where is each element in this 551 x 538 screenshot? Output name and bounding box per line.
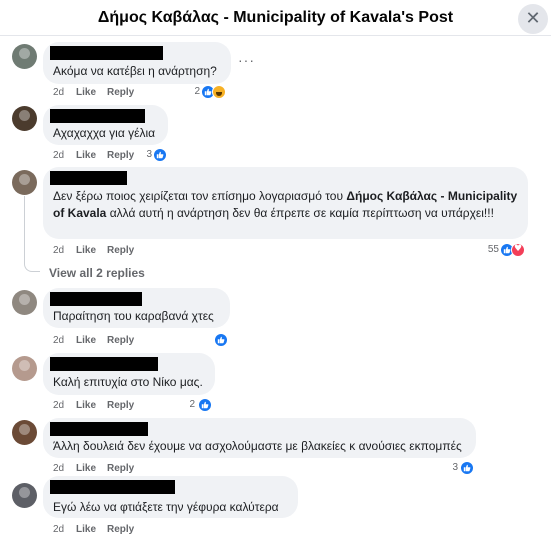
like-icon <box>460 461 474 475</box>
avatar[interactable] <box>12 44 37 69</box>
reply-button[interactable]: Reply <box>107 87 134 98</box>
avatar[interactable] <box>12 483 37 508</box>
comment-time[interactable]: 2d <box>53 335 64 346</box>
comment-time[interactable]: 2d <box>53 245 64 256</box>
like-button[interactable]: Like <box>76 524 96 535</box>
like-icon <box>153 148 167 162</box>
more-options-icon[interactable]: ··· <box>238 52 255 68</box>
redacted-name <box>50 171 127 185</box>
avatar[interactable] <box>12 106 37 131</box>
close-button[interactable]: ✕ <box>518 4 548 34</box>
comment-text: Καλή επιτυχία στο Νίκο μας. <box>53 375 203 389</box>
reaction-count: 2 <box>194 86 200 97</box>
like-button[interactable]: Like <box>76 87 96 98</box>
like-button[interactable]: Like <box>76 245 96 256</box>
reaction-summary[interactable]: 2 <box>187 397 217 413</box>
avatar[interactable] <box>12 356 37 381</box>
comment-text: Ακόμα να κατέβει η ανάρτηση? <box>53 64 217 78</box>
like-button[interactable]: Like <box>76 335 96 346</box>
haha-icon <box>212 85 226 99</box>
comment-text: Εγώ λέω να φτιάξετε την γέφυρα καλύτερα <box>53 500 279 514</box>
reaction-summary[interactable]: 3 <box>450 460 480 476</box>
close-icon: ✕ <box>525 8 541 29</box>
post-title: Δήμος Καβάλας - Municipality of Kavala's… <box>97 9 454 26</box>
reply-button[interactable]: Reply <box>107 245 134 256</box>
comment-bubble: Εγώ λέω να φτιάξετε την γέφυρα καλύτερα <box>43 476 298 518</box>
reply-button[interactable]: Reply <box>107 463 134 474</box>
view-replies-link[interactable]: View all 2 replies <box>49 266 145 280</box>
like-button[interactable]: Like <box>76 150 96 161</box>
comment-bubble: Ακόμα να κατέβει η ανάρτηση? <box>43 42 231 84</box>
avatar[interactable] <box>12 170 37 195</box>
redacted-name <box>50 292 142 306</box>
comment-time[interactable]: 2d <box>53 87 64 98</box>
redacted-name <box>50 109 145 123</box>
like-icon <box>198 398 212 412</box>
avatar[interactable] <box>12 290 37 315</box>
comment-time[interactable]: 2d <box>53 400 64 411</box>
reaction-count: 3 <box>146 149 152 160</box>
comment-time[interactable]: 2d <box>53 524 64 535</box>
redacted-name <box>50 357 158 371</box>
comment-text: Αχαχαχχα για γέλια <box>53 126 156 140</box>
comment-text: Άλλη δουλειά δεν έχουμε να ασχολούμαστε … <box>53 439 462 453</box>
reaction-count: 55 <box>487 244 499 255</box>
like-button[interactable]: Like <box>76 400 96 411</box>
reply-thread-line <box>24 196 40 272</box>
comment-text: Δεν ξέρω ποιος χειρίζεται τον επίσημο λο… <box>53 189 518 220</box>
comment-bubble: Αχαχαχχα για γέλια <box>43 105 168 145</box>
love-icon: ♥ <box>511 243 525 257</box>
like-icon <box>214 333 228 347</box>
comment-bubble: Άλλη δουλειά δεν έχουμε να ασχολούμαστε … <box>43 418 476 458</box>
reaction-summary[interactable]: 55 ♥ <box>485 242 530 258</box>
reply-button[interactable]: Reply <box>107 400 134 411</box>
reaction-count: 2 <box>189 399 195 410</box>
reply-button[interactable]: Reply <box>107 150 134 161</box>
reaction-summary[interactable]: 3 <box>144 147 174 163</box>
comment-bubble: Καλή επιτυχία στο Νίκο μας. <box>43 353 215 395</box>
avatar[interactable] <box>12 420 37 445</box>
comment-time[interactable]: 2d <box>53 463 64 474</box>
comment-text: Παραίτηση του καραβανά χτες <box>53 309 214 323</box>
comment-bubble: Παραίτηση του καραβανά χτες <box>43 288 230 328</box>
dialog-header: Δήμος Καβάλας - Municipality of Kavala's… <box>0 0 551 36</box>
redacted-name <box>50 46 163 60</box>
like-button[interactable]: Like <box>76 463 96 474</box>
comment-bubble: Δεν ξέρω ποιος χειρίζεται τον επίσημο λο… <box>43 167 528 239</box>
reaction-count: 3 <box>452 462 458 473</box>
reply-button[interactable]: Reply <box>107 524 134 535</box>
redacted-name <box>50 480 175 494</box>
reaction-summary[interactable] <box>213 332 233 348</box>
reply-button[interactable]: Reply <box>107 335 134 346</box>
comment-time[interactable]: 2d <box>53 150 64 161</box>
reaction-summary[interactable]: 2 <box>190 84 230 100</box>
redacted-name <box>50 422 148 436</box>
